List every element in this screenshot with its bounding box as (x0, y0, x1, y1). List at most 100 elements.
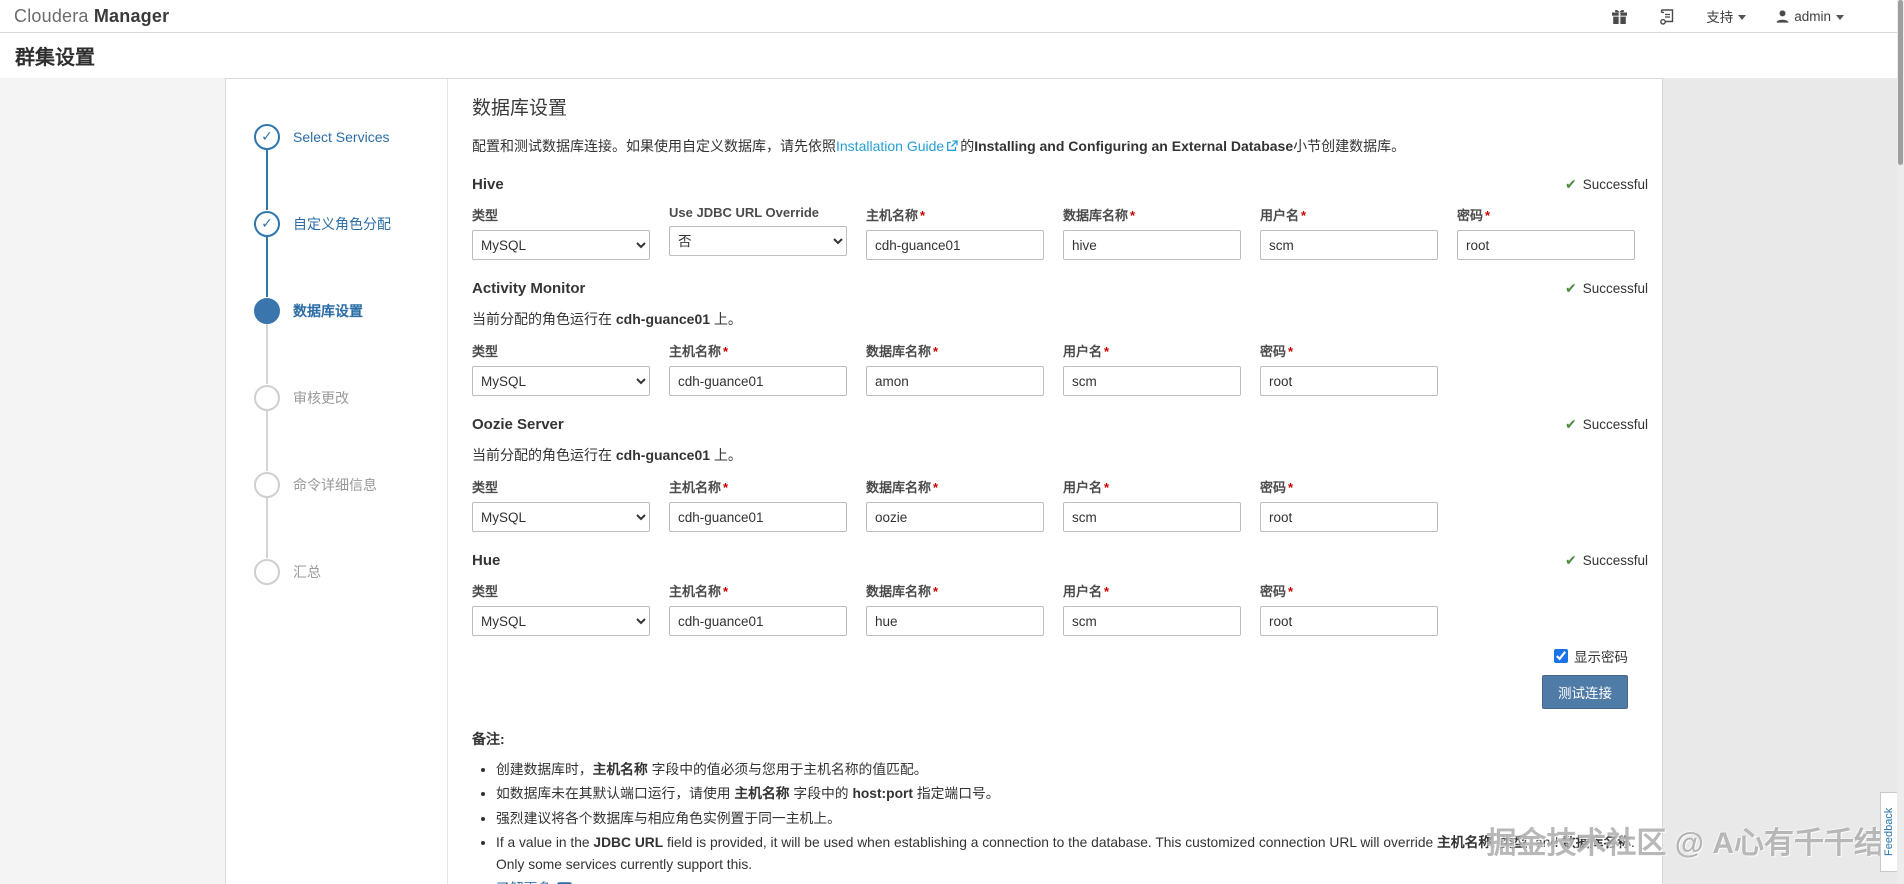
required-asterisk: * (933, 480, 939, 495)
form-field: 主机名称 * (669, 581, 847, 636)
wizard-step-4[interactable]: 审核更改 (226, 324, 447, 441)
input-主机名称[interactable] (669, 606, 847, 636)
select-use-jdbc-url-override[interactable]: 否 (669, 226, 847, 256)
field-label: 主机名称 * (866, 208, 926, 223)
input-数据库名称[interactable] (866, 366, 1044, 396)
field-label: 用户名 * (1063, 480, 1110, 495)
select-类型[interactable]: MySQL (472, 606, 650, 636)
form-field: 类型 MySQL (472, 581, 650, 636)
wizard-step-label: 审核更改 (293, 389, 349, 406)
wizard-step-3[interactable]: 数据库设置 (226, 237, 447, 354)
input-用户名[interactable] (1063, 502, 1241, 532)
user-menu[interactable]: admin (1776, 9, 1844, 24)
note-4-text: , and (1527, 835, 1562, 851)
status-badge: ✔ Successful (1565, 416, 1648, 433)
input-用户名[interactable] (1063, 366, 1241, 396)
field-label: 数据库名称 * (866, 344, 939, 359)
brand-light: Cloudera (14, 5, 89, 26)
section-title: Hue (472, 552, 501, 569)
note-2-text: 字段中的 (789, 786, 853, 802)
input-主机名称[interactable] (866, 230, 1044, 260)
input-用户名[interactable] (1063, 606, 1241, 636)
wizard-step-label: 汇总 (293, 563, 321, 580)
input-用户名[interactable] (1260, 230, 1438, 260)
service-section-oozie-server: Oozie Server ✔ Successful 当前分配的角色运行在 cdh-gu… (472, 416, 1648, 532)
wizard-step-label: Select Services (293, 128, 390, 145)
step-check-icon: ✓ (254, 123, 280, 150)
success-check-icon: ✔ (1564, 416, 1577, 432)
running-commands-scroll-icon[interactable] (1658, 8, 1676, 25)
wizard-step-2[interactable]: ✓ 自定义角色分配 (226, 150, 447, 267)
intro-text: 的 (960, 138, 975, 154)
cloudera-manager-logo[interactable]: Cloudera Manager (14, 6, 169, 27)
select-类型[interactable]: MySQL (472, 502, 650, 532)
user-icon (1776, 9, 1789, 23)
input-密码[interactable] (1457, 230, 1635, 260)
input-主机名称[interactable] (669, 502, 847, 532)
input-密码[interactable] (1260, 502, 1438, 532)
form-field: 密码 * (1260, 581, 1438, 636)
feedback-tab[interactable]: Feedback (1880, 792, 1898, 872)
field-label: 类型 (472, 480, 499, 495)
note-2-text: 如数据库未在其默认端口运行，请使用 (496, 786, 735, 802)
select-类型[interactable]: MySQL (472, 366, 650, 396)
form-field: 类型 MySQL (472, 341, 650, 396)
wizard-step-6[interactable]: 汇总 (226, 498, 447, 615)
wizard-step-5[interactable]: 命令详细信息 (226, 411, 447, 528)
note-4-text: JDBC URL (593, 835, 664, 851)
input-主机名称[interactable] (669, 366, 847, 396)
test-connection-button[interactable]: 测试连接 (1542, 675, 1628, 709)
step-empty-circle (254, 384, 280, 411)
form-heading: 数据库设置 (472, 98, 568, 119)
status-text: Successful (1582, 177, 1648, 192)
role-note-text: cdh-guance01 (615, 447, 711, 463)
brand-bold: Manager (93, 5, 170, 26)
note-item-3: 强烈建议将各个数据库与相应角色实例置于同一主机上。 (496, 808, 1648, 829)
success-check-icon: ✔ (1564, 176, 1577, 192)
input-密码[interactable] (1260, 366, 1438, 396)
form-field: 用户名 * (1063, 341, 1241, 396)
note-item-5: 了解更多 (496, 878, 1648, 884)
form-field: 用户名 * (1063, 477, 1241, 532)
note-item-2: 如数据库未在其默认端口运行，请使用 主机名称 字段中的 host:port 指定… (496, 783, 1648, 804)
wizard-step-label: 自定义角色分配 (293, 215, 391, 232)
status-text: Successful (1582, 417, 1648, 432)
note-4-text: If a value in the (496, 835, 594, 851)
wizard-step-1[interactable]: ✓ Select Services (226, 93, 447, 180)
required-asterisk: * (723, 584, 729, 599)
form-field: 数据库名称 * (866, 581, 1044, 636)
parcel-gift-icon[interactable] (1611, 8, 1628, 25)
role-note-text: 上。 (710, 447, 742, 463)
input-数据库名称[interactable] (1063, 230, 1241, 260)
field-label: 密码 * (1260, 584, 1294, 599)
form-field: 数据库名称 * (866, 341, 1044, 396)
note-4-text: , (1492, 835, 1500, 851)
field-label: 主机名称 * (669, 480, 729, 495)
input-数据库名称[interactable] (866, 606, 1044, 636)
input-密码[interactable] (1260, 606, 1438, 636)
form-field: 密码 * (1260, 341, 1438, 396)
step-check-icon: ✓ (254, 210, 280, 237)
field-label: 主机名称 * (669, 344, 729, 359)
intro-link[interactable]: Installation Guide (836, 138, 944, 154)
required-asterisk: * (1130, 208, 1136, 223)
wizard-step-label: 命令详细信息 (293, 476, 377, 493)
form-field: 类型 MySQL (472, 205, 650, 260)
form-intro: 配置和测试数据库连接。如果使用自定义数据库，请先依照Installation G… (472, 136, 1648, 156)
form-field: 用户名 * (1260, 205, 1438, 260)
field-label: 数据库名称 * (866, 584, 939, 599)
support-menu[interactable]: 支持 (1706, 6, 1747, 26)
field-label: 数据库名称 * (1063, 208, 1136, 223)
success-check-icon: ✔ (1564, 280, 1577, 296)
scrollbar-thumb[interactable] (1898, 0, 1903, 165)
show-password-checkbox[interactable] (1554, 649, 1568, 663)
select-类型[interactable]: MySQL (472, 230, 650, 260)
top-navigation-bar: Cloudera Manager 支持 admin (0, 0, 1904, 33)
form-field: 主机名称 * (866, 205, 1044, 260)
input-数据库名称[interactable] (866, 502, 1044, 532)
field-label: 类型 (472, 584, 499, 599)
external-link-icon (944, 138, 960, 154)
browser-scrollbar[interactable] (1897, 0, 1904, 884)
right-gutter (1663, 78, 1904, 884)
required-asterisk: * (1485, 208, 1491, 223)
